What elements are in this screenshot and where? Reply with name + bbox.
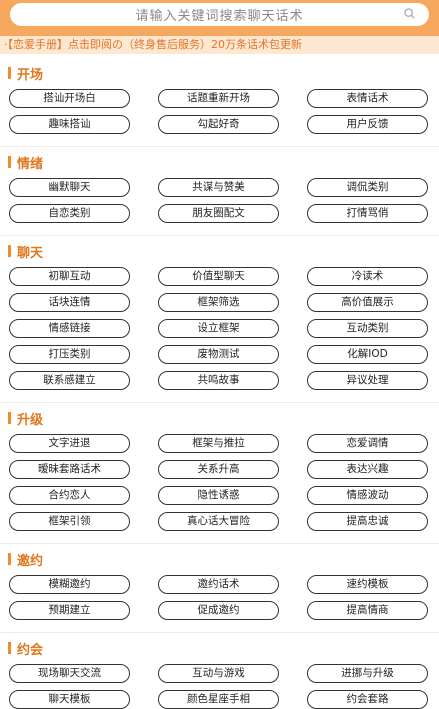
section-bar-decoration: [8, 553, 11, 565]
section-title: 情绪: [0, 151, 439, 173]
tag-button[interactable]: 情感波动: [307, 486, 428, 505]
tag-button[interactable]: 初聊互动: [9, 267, 130, 286]
tag-button[interactable]: 价值型聊天: [158, 267, 279, 286]
tag-button[interactable]: 进挪与升级: [307, 664, 428, 683]
search-input[interactable]: 请输入关键词搜索聊天话术: [135, 5, 303, 24]
section-label: 邀约: [17, 553, 44, 569]
section-label: 聊天: [17, 245, 44, 261]
tag-button[interactable]: 表达兴趣: [307, 460, 428, 479]
section-date: 约会 现场聊天交流 互动与游戏 进挪与升级 聊天模板 颜色星座手相 约会套路: [0, 637, 439, 709]
section-bar-decoration: [8, 412, 11, 424]
header: 请输入关键词搜索聊天话术: [0, 0, 439, 36]
tag-button[interactable]: 速约模板: [307, 575, 428, 594]
section-title: 聊天: [0, 240, 439, 262]
section-bar-decoration: [8, 642, 11, 654]
tag-button[interactable]: 幽默聊天: [9, 178, 130, 197]
tag-button[interactable]: 用户反馈: [307, 115, 428, 134]
banner-text: ·【恋爱手册】点击即阅の（终身售后服务）20万条话术包更新: [4, 38, 302, 51]
section-divider: [0, 543, 439, 544]
tag-button[interactable]: 设立框架: [158, 319, 279, 338]
tag-button[interactable]: 邀约话术: [158, 575, 279, 594]
tag-button[interactable]: 自恋类别: [9, 204, 130, 223]
category-list: 开场 搭讪开场白 话题重新开场 表情话术 趣味搭讪 勾起好奇 用户反馈 情绪 幽…: [0, 54, 439, 709]
tag-button[interactable]: 话块连情: [9, 293, 130, 312]
tag-button[interactable]: 共谋与赞美: [158, 178, 279, 197]
section-chat: 聊天 初聊互动 价值型聊天 冷读术 话块连情 框架筛选 高价值展示 情感链接 设…: [0, 240, 439, 403]
tag-button[interactable]: 情感链接: [9, 319, 130, 338]
tag-button[interactable]: 关系升高: [158, 460, 279, 479]
section-invitation: 邀约 模糊邀约 邀约话术 速约模板 预期建立 促成邀约 提高情商: [0, 548, 439, 633]
section-bar-decoration: [8, 156, 11, 168]
section-emotion: 情绪 幽默聊天 共谋与赞美 调侃类别 自恋类别 朋友圈配文 打情骂俏: [0, 151, 439, 236]
tag-button[interactable]: 促成邀约: [158, 601, 279, 620]
promo-banner[interactable]: ·【恋爱手册】点击即阅の（终身售后服务）20万条话术包更新: [0, 36, 439, 54]
search-bar[interactable]: 请输入关键词搜索聊天话术: [10, 3, 429, 26]
tag-button[interactable]: 打情骂俏: [307, 204, 428, 223]
tag-button[interactable]: 话题重新开场: [158, 89, 279, 108]
section-title: 升级: [0, 407, 439, 429]
tag-button[interactable]: 模糊邀约: [9, 575, 130, 594]
tag-button[interactable]: 共鸣故事: [158, 371, 279, 390]
section-escalation: 升级 文字进退 框架与推拉 恋爱调情 暧昧套路话术 关系升高 表达兴趣 合约恋人…: [0, 407, 439, 544]
tag-button[interactable]: 现场聊天交流: [9, 664, 130, 683]
section-divider: [0, 146, 439, 147]
tag-button[interactable]: 预期建立: [9, 601, 130, 620]
section-divider: [0, 235, 439, 236]
tag-button[interactable]: 合约恋人: [9, 486, 130, 505]
tag-button[interactable]: 趣味搭讪: [9, 115, 130, 134]
section-opening: 开场 搭讪开场白 话题重新开场 表情话术 趣味搭讪 勾起好奇 用户反馈: [0, 62, 439, 147]
tag-button[interactable]: 化解IOD: [307, 345, 428, 364]
tag-button[interactable]: 真心话大冒险: [158, 512, 279, 531]
tag-button[interactable]: 高价值展示: [307, 293, 428, 312]
tag-button[interactable]: 颜色星座手相: [158, 690, 279, 709]
tag-button[interactable]: 提高情商: [307, 601, 428, 620]
section-label: 开场: [17, 67, 44, 83]
tag-button[interactable]: 废物测试: [158, 345, 279, 364]
section-title: 约会: [0, 637, 439, 659]
section-bar-decoration: [8, 245, 11, 257]
tag-button[interactable]: 联系感建立: [9, 371, 130, 390]
tag-button[interactable]: 异议处理: [307, 371, 428, 390]
search-icon[interactable]: [404, 8, 415, 19]
section-label: 情绪: [17, 156, 44, 172]
tag-button[interactable]: 隐性诱惑: [158, 486, 279, 505]
tag-button[interactable]: 提高忠诚: [307, 512, 428, 531]
tag-button[interactable]: 调侃类别: [307, 178, 428, 197]
tag-button[interactable]: 勾起好奇: [158, 115, 279, 134]
section-bar-decoration: [8, 67, 11, 79]
tag-button[interactable]: 约会套路: [307, 690, 428, 709]
tag-button[interactable]: 框架引领: [9, 512, 130, 531]
tag-button[interactable]: 框架筛选: [158, 293, 279, 312]
tag-button[interactable]: 框架与推拉: [158, 434, 279, 453]
section-divider: [0, 402, 439, 403]
section-label: 升级: [17, 412, 44, 428]
tag-button[interactable]: 互动类别: [307, 319, 428, 338]
tag-button[interactable]: 打压类别: [9, 345, 130, 364]
section-title: 邀约: [0, 548, 439, 570]
tag-button[interactable]: 文字进退: [9, 434, 130, 453]
section-divider: [0, 632, 439, 633]
tag-button[interactable]: 朋友圈配文: [158, 204, 279, 223]
section-title: 开场: [0, 62, 439, 84]
tag-button[interactable]: 表情话术: [307, 89, 428, 108]
section-label: 约会: [17, 642, 44, 658]
tag-button[interactable]: 搭讪开场白: [9, 89, 130, 108]
tag-button[interactable]: 互动与游戏: [158, 664, 279, 683]
tag-button[interactable]: 暧昧套路话术: [9, 460, 130, 479]
tag-button[interactable]: 冷读术: [307, 267, 428, 286]
tag-button[interactable]: 聊天模板: [9, 690, 130, 709]
tag-button[interactable]: 恋爱调情: [307, 434, 428, 453]
